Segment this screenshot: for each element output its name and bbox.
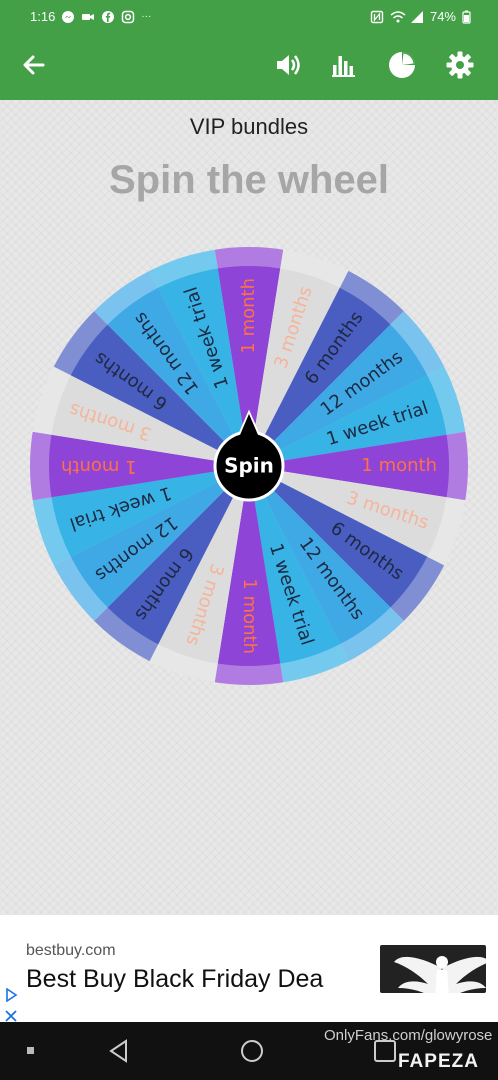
- ad-choices-icon[interactable]: [4, 987, 18, 1006]
- watermark-text: OnlyFans.com/glowyrose: [324, 1027, 493, 1044]
- settings-button[interactable]: [436, 34, 484, 100]
- signal-icon: [410, 10, 424, 24]
- instagram-icon: [121, 10, 135, 24]
- pie-chart-icon: [387, 50, 417, 84]
- video-icon: [81, 10, 95, 24]
- ad-headline[interactable]: Best Buy Black Friday Dea: [26, 965, 356, 994]
- page-title: Spin the wheel: [108, 158, 390, 202]
- wheel-segment-label: 1 month: [238, 278, 259, 354]
- spin-button-label[interactable]: Spin: [224, 454, 274, 478]
- facebook-icon: [101, 10, 115, 24]
- page-subtitle: VIP bundles: [189, 114, 309, 139]
- wheel-segment-label: 1 month: [361, 455, 437, 476]
- nfc-icon: [370, 10, 384, 24]
- status-bar: 1:16 ··· 74%: [0, 0, 498, 34]
- spin-wheel[interactable]: 1 month 3 months 6 months 12 months 1 week t…: [28, 245, 470, 687]
- status-time: 1:16: [30, 9, 56, 24]
- battery-percent: 74%: [429, 9, 456, 24]
- arrow-back-icon: [21, 52, 47, 82]
- messenger-icon: [61, 10, 75, 24]
- nav-home-icon[interactable]: [237, 1036, 267, 1066]
- main-content: VIP bundles Spin the wheel 1 month 3 mont…: [0, 100, 498, 915]
- wheel-svg: 1 month 3 months6 months12 months1 week t…: [29, 247, 468, 685]
- battery-icon: [462, 10, 476, 24]
- pie-button[interactable]: [378, 34, 426, 100]
- notification-dots: ···: [141, 11, 152, 22]
- nav-back-icon[interactable]: [104, 1036, 134, 1066]
- wheel-segment-label: 1 month: [239, 578, 260, 654]
- gear-icon: [445, 50, 475, 84]
- watermark-brand: FAPEZA: [398, 1051, 479, 1072]
- wheel-segment-label: 1 month: [61, 456, 137, 477]
- stats-button[interactable]: [320, 34, 368, 100]
- nav-menu-dot[interactable]: [16, 1036, 46, 1066]
- sound-button[interactable]: [264, 34, 312, 100]
- bar-chart-icon: [330, 51, 358, 83]
- back-button[interactable]: [10, 34, 58, 100]
- ad-domain[interactable]: bestbuy.com: [26, 942, 116, 960]
- app-toolbar: [0, 34, 498, 100]
- volume-icon: [274, 51, 302, 83]
- ad-controls: [4, 987, 18, 1027]
- wifi-icon: [390, 10, 406, 24]
